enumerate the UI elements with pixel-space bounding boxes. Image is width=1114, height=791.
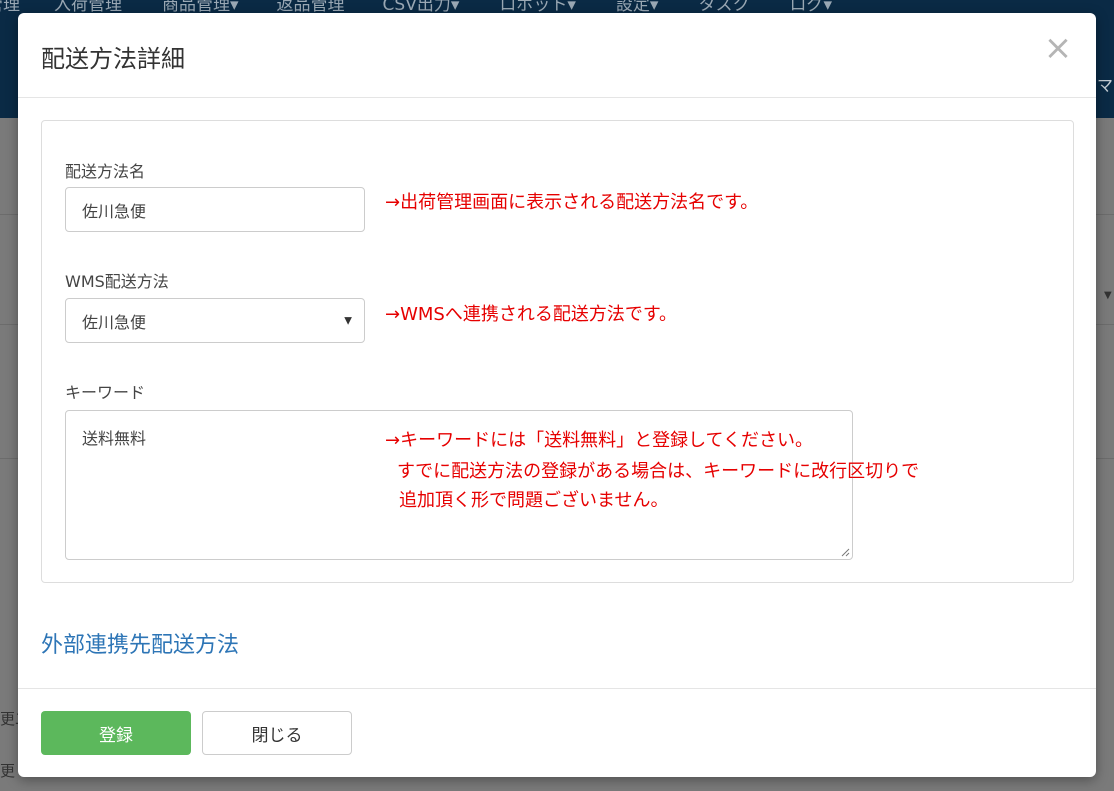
background-nav-menu: 管理 入荷管理 商品管理▾ 返品管理 CSV出力▾ ロボット▾ 設定▾ タスク … (0, 0, 833, 15)
close-icon[interactable]: × (1043, 31, 1073, 65)
wms-method-select[interactable]: 佐川急便 ▼ (65, 298, 365, 343)
resize-handle-icon[interactable] (840, 547, 850, 557)
select-value: 佐川急便 (82, 312, 147, 332)
input-value: 佐川急便 (82, 201, 147, 221)
close-button[interactable]: 閉じる (202, 711, 352, 755)
bg-nav-item: タスク (698, 0, 750, 15)
bg-nav-item: ログ▾ (789, 0, 833, 15)
bg-nav-item: 入荷管理 (54, 0, 122, 15)
bg-nav-item: 管理 (0, 0, 20, 15)
register-button[interactable]: 登録 (41, 711, 191, 755)
caret-down-icon: ▼ (344, 315, 352, 326)
bg-nav-item: 返品管理 (276, 0, 345, 15)
modal-header: 配送方法詳細 × (18, 13, 1096, 98)
bg-nav-item: ロボット▾ (499, 0, 576, 15)
bg-caret-icon: ▼ (1104, 290, 1112, 301)
bg-nav-item: 商品管理▾ (162, 0, 239, 15)
bg-nav-item: CSV出力▾ (382, 0, 460, 15)
keyword-label: キーワード (65, 383, 146, 402)
wms-method-label: WMS配送方法 (65, 272, 169, 291)
modal-title: 配送方法詳細 (41, 45, 185, 73)
bg-edge-text: 更 (0, 762, 16, 780)
keyword-annotation-line-1: →キーワードには「送料無料」と登録してください。 (385, 430, 813, 451)
name-annotation: →出荷管理画面に表示される配送方法名です。 (385, 192, 759, 213)
details-panel: 配送方法名 佐川急便 →出荷管理画面に表示される配送方法名です。 WMS配送方法… (41, 120, 1074, 583)
textarea-value: 送料無料 (82, 429, 147, 448)
wms-annotation: →WMSへ連携される配送方法です。 (385, 304, 678, 325)
shipping-method-modal: 配送方法詳細 × 配送方法名 佐川急便 →出荷管理画面に表示される配送方法名です… (18, 13, 1096, 777)
shipping-method-name-label: 配送方法名 (65, 162, 146, 181)
bg-nav-item: 設定▾ (615, 0, 659, 15)
keyword-annotation-line-2: すでに配送方法の登録がある場合は、キーワードに改行区切りで (397, 461, 920, 482)
shipping-method-name-input[interactable]: 佐川急便 (65, 187, 365, 232)
external-shipping-methods-link[interactable]: 外部連携先配送方法 (41, 627, 239, 659)
bg-edge-text: マ (1097, 76, 1114, 95)
keyword-annotation-line-3: 追加頂く形で問題ございません。 (399, 490, 669, 511)
